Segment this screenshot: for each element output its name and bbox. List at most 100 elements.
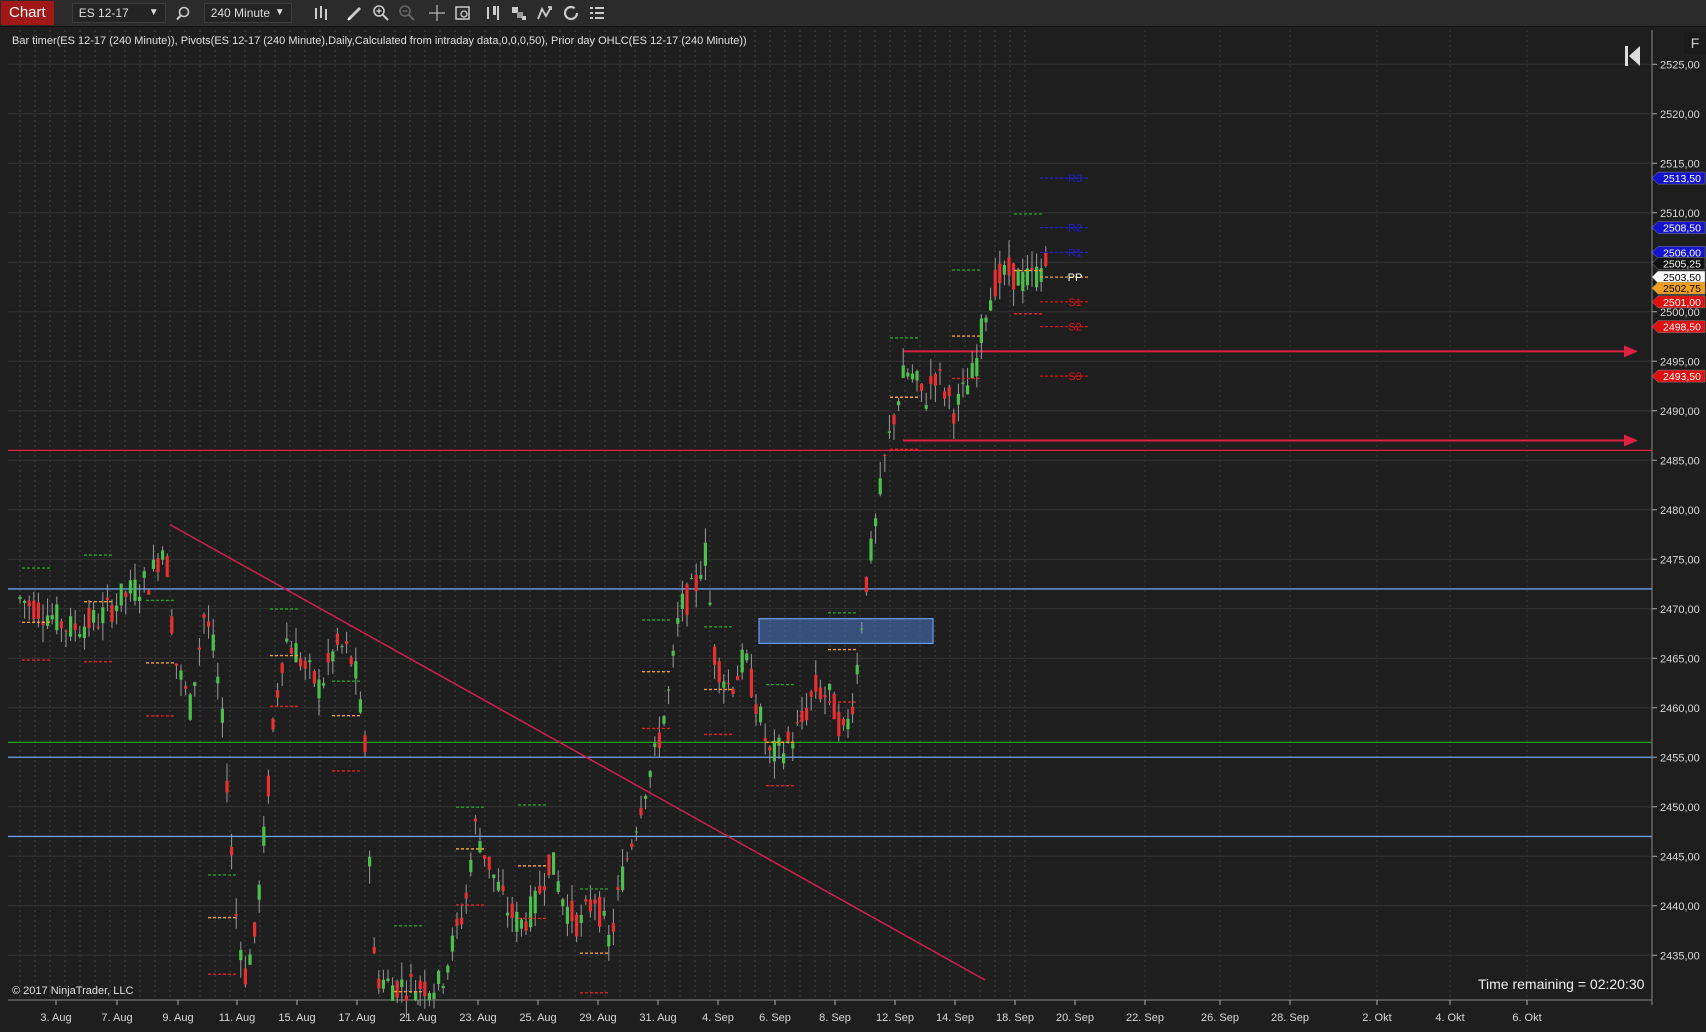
data-box-icon[interactable] — [452, 2, 474, 24]
candle-up — [441, 986, 445, 989]
candle-up — [248, 954, 252, 965]
y-axis-tick-label: 2520,00 — [1660, 109, 1700, 121]
candle-down — [726, 683, 730, 685]
candle-up — [115, 605, 119, 612]
candle-up — [478, 841, 482, 853]
candle-down — [717, 661, 721, 683]
chart-toolbar: Chart ES 12-17 ▼ 240 Minute ▼ — [0, 0, 1706, 27]
candle-up — [322, 683, 326, 686]
candle-down — [377, 978, 381, 989]
instrument-selector[interactable]: ES 12-17 ▼ — [71, 3, 166, 23]
pivot-label-s3: S3 — [1068, 371, 1081, 383]
x-axis-tick-label: 18. Sep — [996, 1012, 1034, 1024]
candle-up — [846, 718, 850, 730]
candle-up — [680, 593, 684, 609]
y-axis-tick-label: 2490,00 — [1660, 406, 1700, 418]
candle-up — [294, 643, 298, 663]
x-axis-tick-label: 25. Aug — [519, 1012, 556, 1024]
candle-up — [975, 358, 979, 377]
candle-up — [860, 628, 864, 630]
candle-up — [791, 743, 795, 749]
candle-up — [506, 912, 510, 916]
scroll-to-start-icon[interactable] — [1622, 42, 1644, 70]
candle-up — [956, 393, 960, 405]
properties-icon[interactable] — [586, 2, 608, 24]
candle-up — [50, 615, 54, 620]
interval-selector[interactable]: 240 Minute ▼ — [203, 3, 292, 23]
price-chart[interactable]: 2525,002520,002515,002510,002505,002500,… — [0, 27, 1706, 1032]
candle-up — [634, 831, 638, 833]
zoom-in-icon[interactable] — [370, 2, 392, 24]
candle-up — [193, 682, 197, 687]
indicators-icon[interactable] — [508, 2, 530, 24]
candle-down — [87, 607, 91, 628]
candle-down — [993, 269, 997, 297]
rectangle-zone[interactable] — [758, 618, 934, 645]
x-axis-tick-label: 9. Aug — [162, 1012, 193, 1024]
candle-down — [289, 647, 293, 654]
x-axis-tick-label: 4. Okt — [1435, 1012, 1464, 1024]
crosshair-icon[interactable] — [426, 2, 448, 24]
chart-tab[interactable]: Chart — [1, 1, 54, 25]
side-panel-toggle-button[interactable]: F — [1684, 32, 1706, 54]
drawing-pencil-icon[interactable] — [344, 2, 366, 24]
candle-down — [27, 600, 31, 607]
candle-down — [423, 981, 427, 997]
candle-up — [128, 580, 132, 594]
candle-down — [611, 923, 615, 932]
candle-up — [708, 602, 712, 605]
candle-up — [496, 881, 500, 891]
candle-down — [230, 847, 234, 856]
candle-down — [276, 690, 280, 698]
candle-down — [483, 855, 487, 859]
x-axis-tick-label: 22. Sep — [1126, 1012, 1164, 1024]
candle-down — [841, 718, 845, 726]
candle-down — [524, 921, 528, 931]
candle-down — [312, 670, 316, 684]
chart-panel[interactable]: 2525,002520,002515,002510,002505,002500,… — [0, 27, 1706, 1032]
candle-up — [437, 970, 441, 985]
candle-up — [358, 699, 362, 713]
candle-up — [386, 978, 390, 981]
candle-down — [418, 980, 422, 990]
chart-style-icon[interactable] — [482, 2, 504, 24]
candle-down — [685, 584, 689, 616]
y-axis-tick-label: 2455,00 — [1660, 752, 1700, 764]
candle-up — [519, 919, 523, 929]
search-icon[interactable] — [172, 2, 194, 24]
candle-down — [818, 687, 822, 700]
y-axis-tick-label: 2465,00 — [1660, 653, 1700, 665]
candle-down — [73, 623, 77, 630]
y-axis-tick-label: 2480,00 — [1660, 505, 1700, 517]
strategies-icon[interactable] — [534, 2, 556, 24]
x-axis-tick-label: 26. Sep — [1201, 1012, 1239, 1024]
candle-up — [561, 899, 565, 907]
candle-up — [354, 661, 358, 679]
candle-up — [869, 538, 873, 561]
candle-down — [763, 737, 767, 741]
candle-down — [165, 556, 169, 578]
candle-up — [653, 743, 657, 748]
candle-up — [450, 935, 454, 952]
candle-up — [644, 795, 648, 799]
candle-up — [984, 317, 988, 323]
candle-down — [207, 621, 211, 627]
bar-type-icon[interactable] — [310, 2, 332, 24]
zoom-out-icon[interactable] — [396, 2, 418, 24]
y-axis-tick-label: 2485,00 — [1660, 455, 1700, 467]
candle-down — [736, 676, 740, 681]
y-axis-tick-label: 2440,00 — [1660, 901, 1700, 913]
candle-down — [64, 630, 68, 632]
candle-up — [529, 896, 533, 928]
candle-down — [147, 590, 151, 595]
x-axis-tick-label: 12. Sep — [876, 1012, 914, 1024]
candle-down — [570, 900, 574, 922]
candle-up — [285, 638, 289, 642]
candle-down — [943, 391, 947, 399]
candle-down — [588, 899, 592, 912]
candle-down — [266, 775, 270, 797]
price-marker-label: 2493,50 — [1663, 371, 1701, 383]
candle-down — [487, 856, 491, 870]
reload-icon[interactable] — [560, 2, 582, 24]
chevron-down-icon: ▼ — [274, 7, 285, 18]
